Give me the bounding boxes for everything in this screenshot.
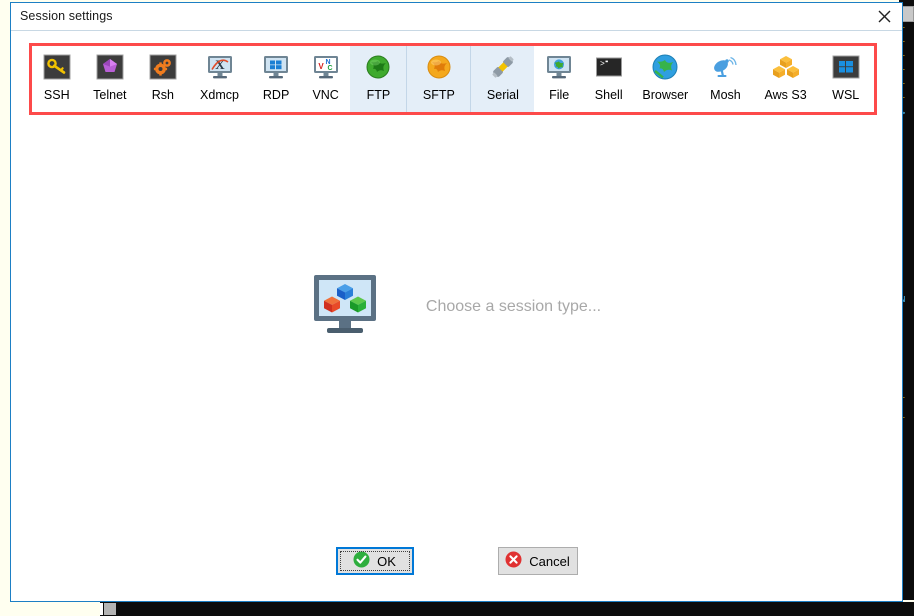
- dialog-titlebar: Session settings: [11, 3, 902, 31]
- session-type-label: RDP: [262, 88, 290, 102]
- session-type-label: Serial: [486, 88, 519, 102]
- session-placeholder-area: Choose a session type...: [11, 273, 902, 340]
- dialog-footer: OK Cancel: [11, 547, 902, 575]
- background-strip-edge: [100, 603, 103, 615]
- session-type-label: SFTP: [422, 88, 455, 102]
- session-type-vnc[interactable]: V N C VNC: [301, 46, 351, 112]
- session-type-file[interactable]: File: [534, 46, 584, 112]
- serial-plug-icon: [487, 51, 519, 83]
- telnet-gem-icon: [94, 51, 126, 83]
- svg-text:V: V: [318, 62, 324, 71]
- background-strip-tab: [104, 603, 116, 615]
- session-type-ftp[interactable]: FTP: [350, 46, 407, 112]
- monitor-cubes-icon: [312, 273, 378, 340]
- session-type-serial[interactable]: Serial: [470, 46, 535, 112]
- ftp-green-globe-icon: [362, 51, 394, 83]
- session-type-shell[interactable]: > Shell: [584, 46, 634, 112]
- sftp-orange-globe-icon: [423, 51, 455, 83]
- session-type-label: File: [549, 88, 570, 102]
- session-type-xdmcp[interactable]: X Xdmcp: [188, 46, 252, 112]
- session-type-label: Aws S3: [764, 88, 807, 102]
- vnc-monitor-icon: V N C: [310, 51, 342, 83]
- placeholder-text: Choose a session type...: [425, 297, 602, 315]
- aws-s3-cubes-icon: [770, 51, 802, 83]
- session-settings-dialog: Session settings SSH Telnet Rsh X Xdmcp …: [10, 2, 903, 602]
- session-type-sftp[interactable]: SFTP: [406, 46, 471, 112]
- svg-text:X: X: [215, 57, 225, 72]
- highlighted-session-group: FTP SFTP Serial: [350, 46, 535, 112]
- xdmcp-monitor-icon: X: [204, 51, 236, 83]
- svg-text:C: C: [327, 65, 332, 72]
- cancel-button-label: Cancel: [529, 553, 570, 569]
- session-type-aws-s3[interactable]: Aws S3: [754, 46, 818, 112]
- background-terminal-bottom-strip: [100, 602, 914, 616]
- file-monitor-globe-icon: [543, 51, 575, 83]
- session-type-telnet[interactable]: Telnet: [82, 46, 139, 112]
- wsl-windows-icon: [830, 51, 862, 83]
- red-x-circle-icon: [505, 551, 522, 571]
- session-type-rsh[interactable]: Rsh: [138, 46, 188, 112]
- shell-terminal-icon: >: [593, 51, 625, 83]
- session-type-label: Xdmcp: [200, 88, 239, 102]
- svg-text:>: >: [600, 60, 605, 69]
- session-type-label: FTP: [366, 88, 391, 102]
- ssh-key-icon: [41, 51, 73, 83]
- session-type-label: Shell: [594, 88, 623, 102]
- session-type-wsl[interactable]: WSL: [817, 46, 874, 112]
- rsh-gears-icon: [147, 51, 179, 83]
- ok-button[interactable]: OK: [335, 547, 414, 575]
- dialog-title: Session settings: [20, 9, 113, 23]
- session-type-ssh[interactable]: SSH: [32, 46, 82, 112]
- session-type-label: Mosh: [710, 88, 741, 102]
- rdp-monitor-icon: [260, 51, 292, 83]
- session-type-mosh[interactable]: Mosh: [697, 46, 754, 112]
- session-type-label: SSH: [43, 88, 70, 102]
- session-type-label: Rsh: [151, 88, 175, 102]
- session-type-label: Telnet: [93, 88, 127, 102]
- close-icon[interactable]: [866, 3, 902, 30]
- ok-button-label: OK: [377, 553, 396, 569]
- cancel-button[interactable]: Cancel: [497, 547, 578, 575]
- session-type-browser[interactable]: Browser: [633, 46, 697, 112]
- session-type-label: VNC: [312, 88, 339, 102]
- session-type-rdp[interactable]: RDP: [251, 46, 301, 112]
- mosh-satellite-icon: [709, 51, 741, 83]
- session-type-label: WSL: [832, 88, 860, 102]
- browser-globe-icon: [649, 51, 681, 83]
- green-check-circle-icon: [353, 551, 370, 571]
- session-type-label: Browser: [642, 88, 689, 102]
- session-type-toolbar[interactable]: SSH Telnet Rsh X Xdmcp RDP V N C VNC FTP…: [32, 46, 874, 112]
